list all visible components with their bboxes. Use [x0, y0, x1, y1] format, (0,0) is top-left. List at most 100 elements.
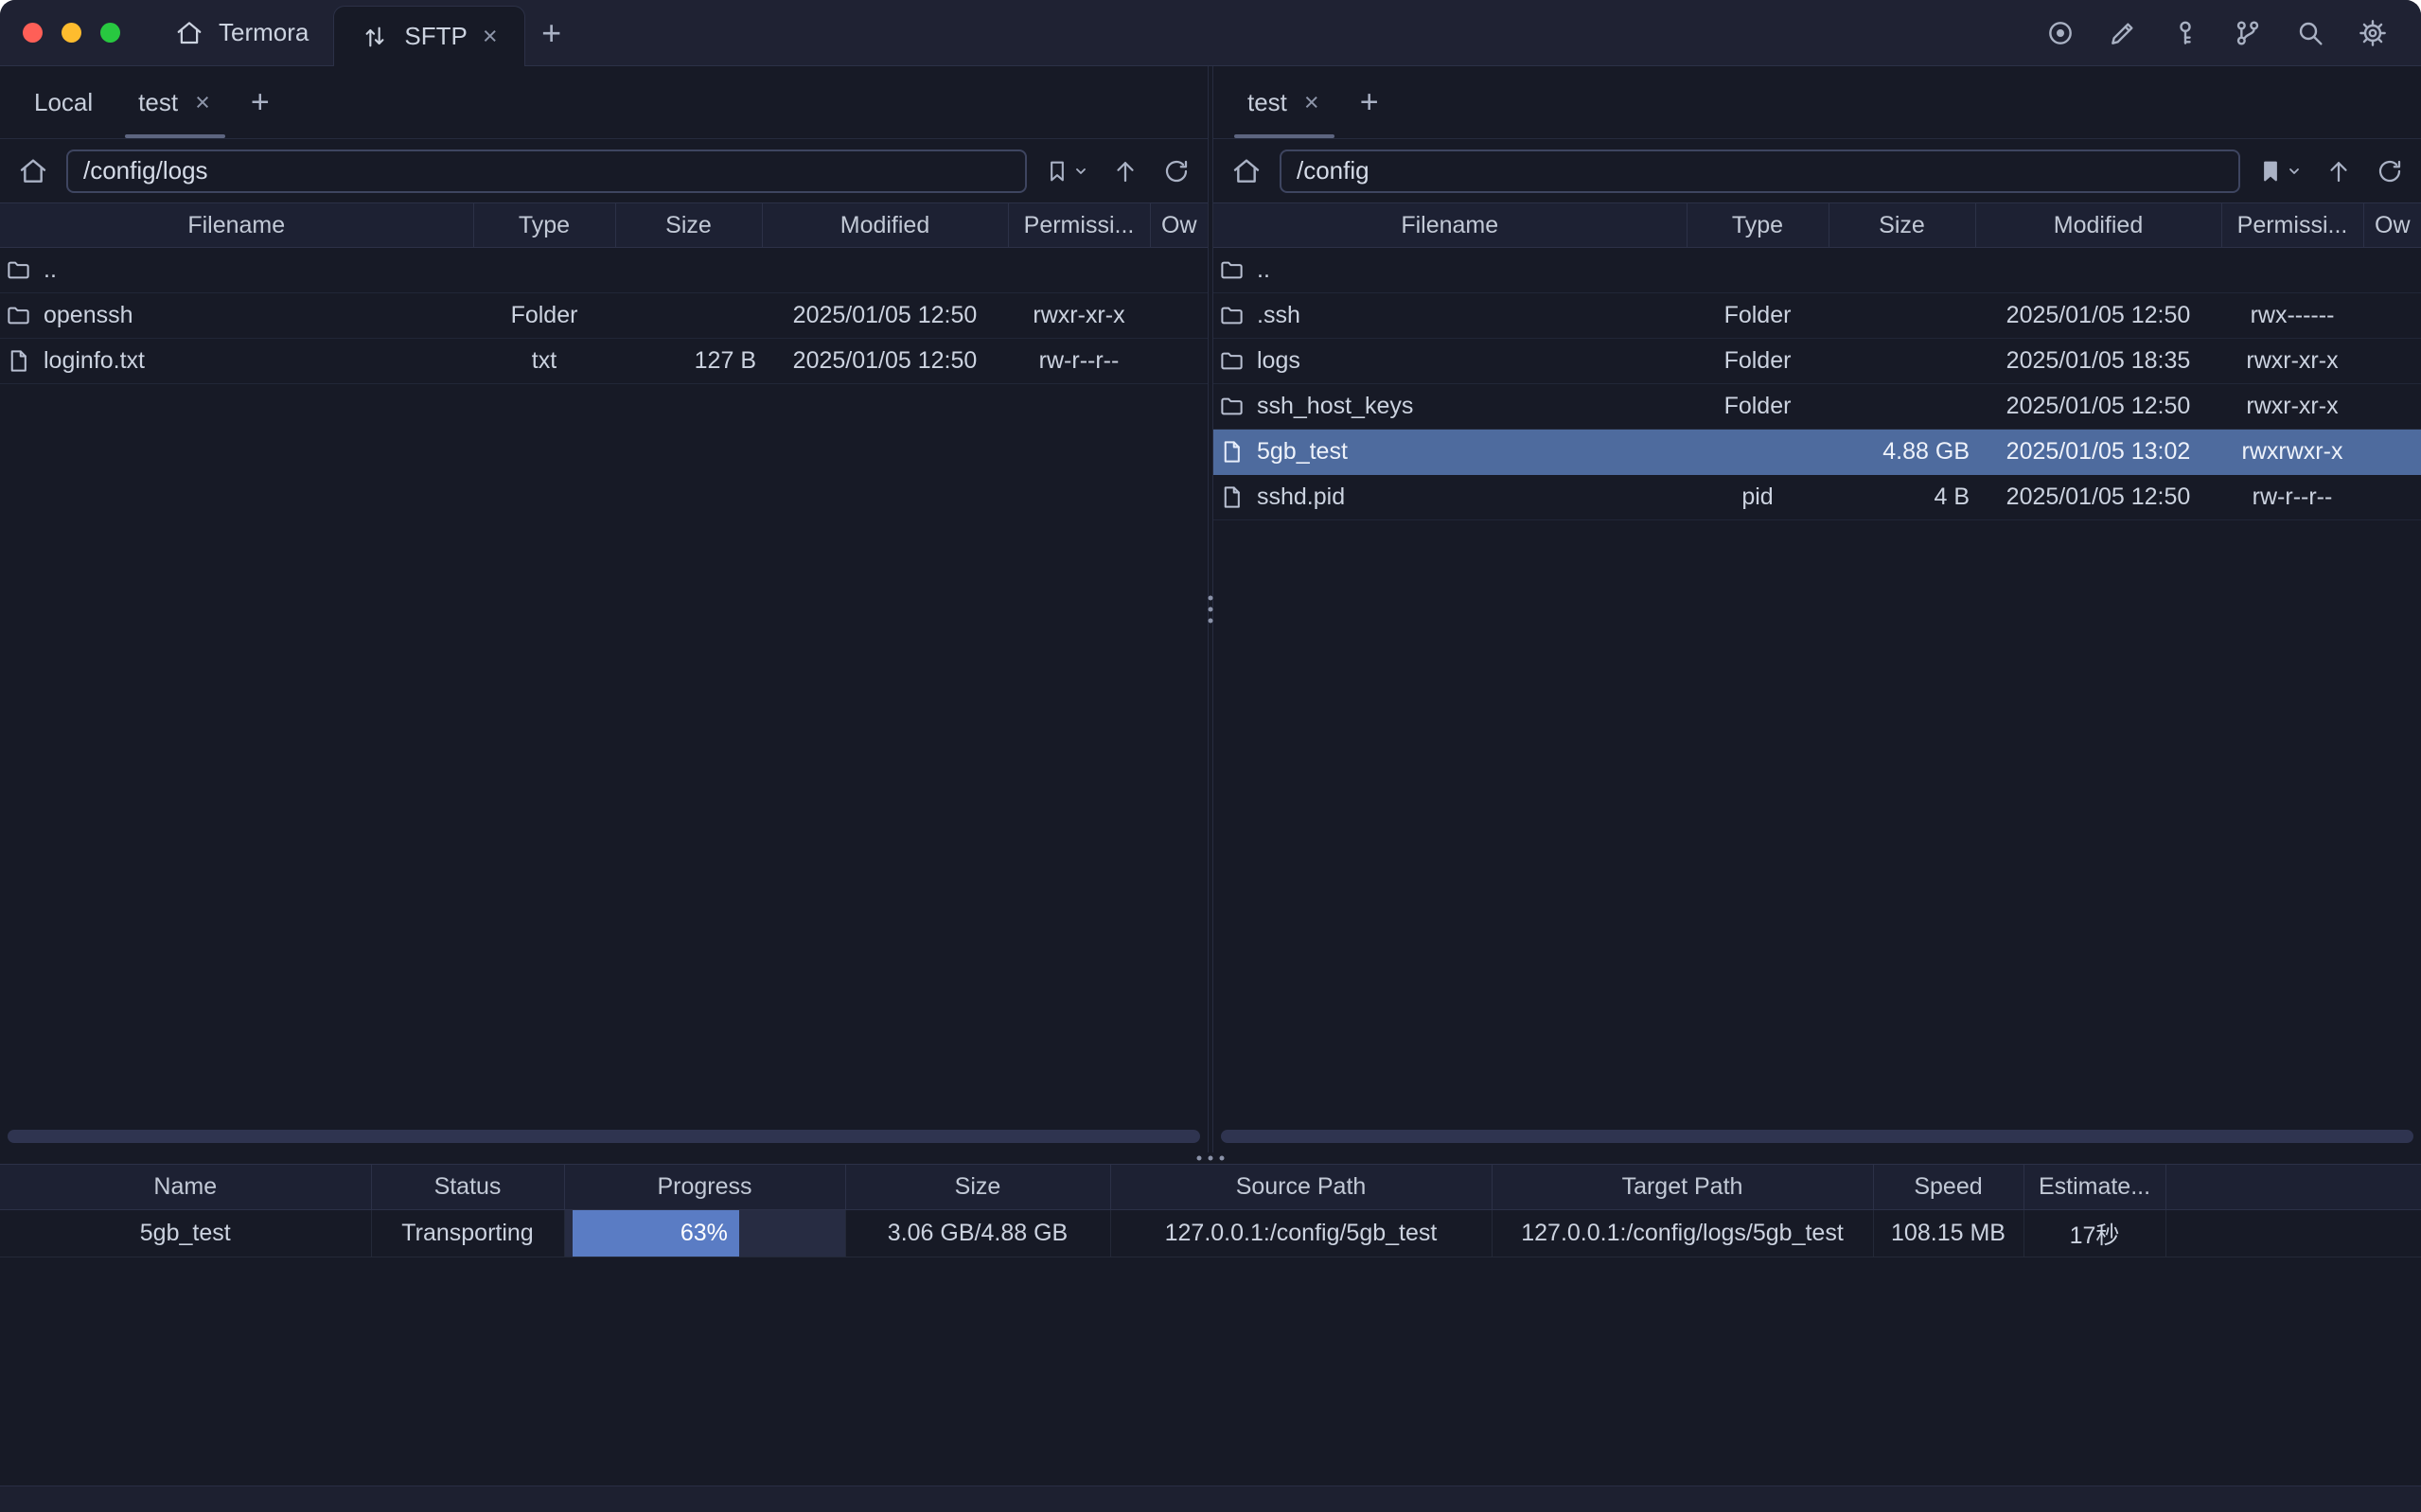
key-icon[interactable] — [2169, 17, 2201, 49]
left-tab-local-label: Local — [34, 88, 93, 117]
sftp-dual-pane: Local test × + — [0, 66, 2421, 1152]
left-bookmark-button[interactable] — [1044, 158, 1088, 185]
file-type: Folder — [1687, 293, 1829, 339]
file-type: txt — [473, 339, 615, 384]
search-icon[interactable] — [2294, 17, 2326, 49]
bookmark-filled-icon — [2257, 158, 2284, 185]
transfer-panel: Name Status Progress Size Source Path Ta… — [0, 1164, 2421, 1486]
right-new-tab-button[interactable]: + — [1344, 66, 1395, 138]
close-icon[interactable]: × — [1302, 90, 1321, 115]
left-tab-test[interactable]: test × — [115, 66, 235, 138]
chevron-down-icon — [2287, 164, 2302, 179]
transfer-table-header: Name Status Progress Size Source Path Ta… — [0, 1165, 2421, 1210]
column-header-progress[interactable]: Progress — [564, 1165, 845, 1210]
file-type — [1687, 248, 1829, 293]
left-path-actions — [1044, 157, 1191, 185]
right-path-input[interactable] — [1280, 149, 2240, 193]
column-header-owner[interactable]: Ow — [1150, 203, 1208, 248]
file-modified: 2025/01/05 12:50 — [1975, 475, 2221, 520]
home-icon — [173, 17, 205, 49]
file-owner — [2363, 384, 2421, 430]
branch-icon[interactable] — [2232, 17, 2264, 49]
transfer-row-5gb-test[interactable]: 5gb_test Transporting 63% 3.06 GB/4.88 G… — [0, 1210, 2421, 1257]
column-header-size[interactable]: Size — [1829, 203, 1975, 248]
refresh-button[interactable] — [1162, 157, 1191, 185]
edit-icon[interactable] — [2107, 17, 2139, 49]
column-header-status[interactable]: Status — [371, 1165, 564, 1210]
zoom-window-button[interactable] — [100, 23, 120, 43]
column-header-type[interactable]: Type — [473, 203, 615, 248]
column-header-permissions[interactable]: Permissi... — [2221, 203, 2363, 248]
traffic-lights — [0, 0, 149, 65]
file-modified: 2025/01/05 13:02 — [1975, 430, 2221, 475]
column-header-size[interactable]: Size — [845, 1165, 1110, 1210]
file-owner — [2363, 430, 2421, 475]
column-header-owner[interactable]: Ow — [2363, 203, 2421, 248]
transfer-splitter[interactable] — [0, 1152, 2421, 1164]
transfer-table: Name Status Progress Size Source Path Ta… — [0, 1164, 2421, 1257]
tab-termora[interactable]: Termora — [149, 0, 333, 65]
column-header-size[interactable]: Size — [615, 203, 762, 248]
column-header-source-path[interactable]: Source Path — [1110, 1165, 1492, 1210]
left-pane: Local test × + — [0, 66, 1208, 1152]
tab-sftp-label: SFTP — [404, 22, 467, 51]
file-row-openssh[interactable]: openssh Folder 2025/01/05 12:50 rwxr-xr-… — [0, 293, 1208, 339]
right-bookmark-button[interactable] — [2257, 158, 2302, 185]
tab-sftp[interactable]: SFTP × — [333, 6, 524, 66]
left-pathbar — [0, 139, 1208, 202]
progress-bar: 63% — [573, 1210, 739, 1257]
file-row-sshd-pid[interactable]: sshd.pid pid 4 B 2025/01/05 12:50 rw-r--… — [1213, 475, 2421, 520]
minimize-window-button[interactable] — [62, 23, 81, 43]
up-directory-button[interactable] — [1111, 157, 1140, 185]
file-permissions — [1008, 248, 1150, 293]
file-row-ssh-host-keys[interactable]: ssh_host_keys Folder 2025/01/05 12:50 rw… — [1213, 384, 2421, 430]
column-header-permissions[interactable]: Permissi... — [1008, 203, 1150, 248]
close-icon[interactable]: × — [193, 90, 212, 115]
column-header-speed[interactable]: Speed — [1873, 1165, 2023, 1210]
new-app-tab-button[interactable]: + — [525, 0, 578, 65]
transfer-status: Transporting — [371, 1210, 564, 1257]
file-owner — [2363, 293, 2421, 339]
file-row-parent-dir[interactable]: .. — [1213, 248, 2421, 293]
file-row-parent-dir[interactable]: .. — [0, 248, 1208, 293]
refresh-button[interactable] — [2376, 157, 2404, 185]
file-permissions: rwxr-xr-x — [2221, 339, 2363, 384]
column-header-filename[interactable]: Filename — [1213, 203, 1687, 248]
file-modified: 2025/01/05 12:50 — [1975, 384, 2221, 430]
tab-termora-label: Termora — [219, 18, 309, 47]
file-row-ssh[interactable]: .ssh Folder 2025/01/05 12:50 rwx------ — [1213, 293, 2421, 339]
left-path-input[interactable] — [66, 149, 1027, 193]
file-type: pid — [1687, 475, 1829, 520]
up-directory-button[interactable] — [2324, 157, 2353, 185]
column-header-modified[interactable]: Modified — [762, 203, 1008, 248]
titlebar-spacer — [578, 0, 2044, 65]
file-owner — [1150, 339, 1208, 384]
file-row-5gb-test-selected[interactable]: 5gb_test 4.88 GB 2025/01/05 13:02 rwxrwx… — [1213, 430, 2421, 475]
left-horizontal-scrollbar[interactable] — [8, 1130, 1200, 1143]
record-icon[interactable] — [2044, 17, 2076, 49]
file-modified: 2025/01/05 12:50 — [762, 339, 1008, 384]
file-row-logs[interactable]: logs Folder 2025/01/05 18:35 rwxr-xr-x — [1213, 339, 2421, 384]
file-name: 5gb_test — [1257, 438, 1348, 466]
right-tab-test[interactable]: test × — [1225, 66, 1344, 138]
file-owner — [1150, 248, 1208, 293]
right-horizontal-scrollbar[interactable] — [1221, 1130, 2413, 1143]
left-new-tab-button[interactable]: + — [235, 66, 286, 138]
left-tab-local[interactable]: Local — [11, 66, 115, 138]
settings-gear-icon[interactable] — [2357, 17, 2389, 49]
close-window-button[interactable] — [23, 23, 43, 43]
right-pane: test × + — [1213, 66, 2421, 1152]
file-type: Folder — [473, 293, 615, 339]
column-header-modified[interactable]: Modified — [1975, 203, 2221, 248]
home-icon[interactable] — [1230, 155, 1263, 187]
file-size — [1829, 384, 1975, 430]
file-row-loginfo[interactable]: loginfo.txt txt 127 B 2025/01/05 12:50 r… — [0, 339, 1208, 384]
close-icon[interactable]: × — [481, 24, 500, 49]
home-icon[interactable] — [17, 155, 49, 187]
column-header-target-path[interactable]: Target Path — [1492, 1165, 1873, 1210]
file-icon — [1219, 484, 1245, 510]
column-header-filename[interactable]: Filename — [0, 203, 473, 248]
column-header-estimate[interactable]: Estimate... — [2023, 1165, 2165, 1210]
column-header-type[interactable]: Type — [1687, 203, 1829, 248]
column-header-name[interactable]: Name — [0, 1165, 371, 1210]
